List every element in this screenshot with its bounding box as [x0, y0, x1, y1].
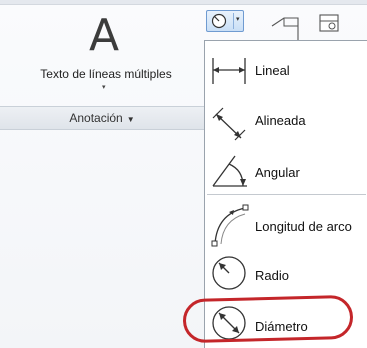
button-separator: [233, 13, 234, 29]
menu-item-label: Angular: [255, 165, 300, 180]
menu-item-label: Radio: [255, 268, 289, 283]
mtext-tool-icon[interactable]: A: [84, 12, 124, 60]
linear-dim-icon: [212, 58, 246, 84]
mtext-dropdown-arrow[interactable]: ▾: [102, 83, 106, 91]
angular-dim-icon: [212, 155, 247, 187]
menu-item-angular[interactable]: Angular: [205, 145, 367, 191]
red-highlight-annotation: [182, 294, 354, 344]
menu-item-label: Lineal: [255, 63, 290, 78]
radius-dim-icon: [212, 256, 246, 290]
table-tool-icon[interactable]: [318, 12, 340, 34]
chevron-down-icon[interactable]: ▾: [236, 15, 240, 23]
menu-item-label: Longitud de arco: [255, 219, 352, 234]
radius-small-icon: [211, 13, 227, 29]
menu-separator: [207, 194, 366, 195]
menu-item-alineada[interactable]: Alineada: [205, 99, 367, 145]
annotation-panel-bar[interactable]: Anotación ▼: [0, 106, 204, 130]
menu-item-label: Alineada: [255, 113, 306, 128]
mtext-tool-label[interactable]: Texto de líneas múltiples: [14, 67, 198, 81]
dimension-dropdown-button[interactable]: ▾: [206, 10, 244, 32]
menu-item-lineal[interactable]: Lineal: [205, 47, 367, 93]
arc-length-dim-icon: [211, 204, 249, 247]
menu-item-longitud-arco[interactable]: Longitud de arco: [205, 199, 367, 247]
panel-title: Anotación ▼: [0, 111, 204, 125]
aligned-dim-icon: [212, 107, 246, 141]
leader-tool-icon[interactable]: [268, 14, 308, 40]
menu-item-radio[interactable]: Radio: [205, 248, 367, 294]
ribbon-top-border: [0, 0, 367, 5]
panel-expand-arrow[interactable]: ▼: [127, 115, 135, 124]
panel-title-label: Anotación: [69, 111, 123, 125]
